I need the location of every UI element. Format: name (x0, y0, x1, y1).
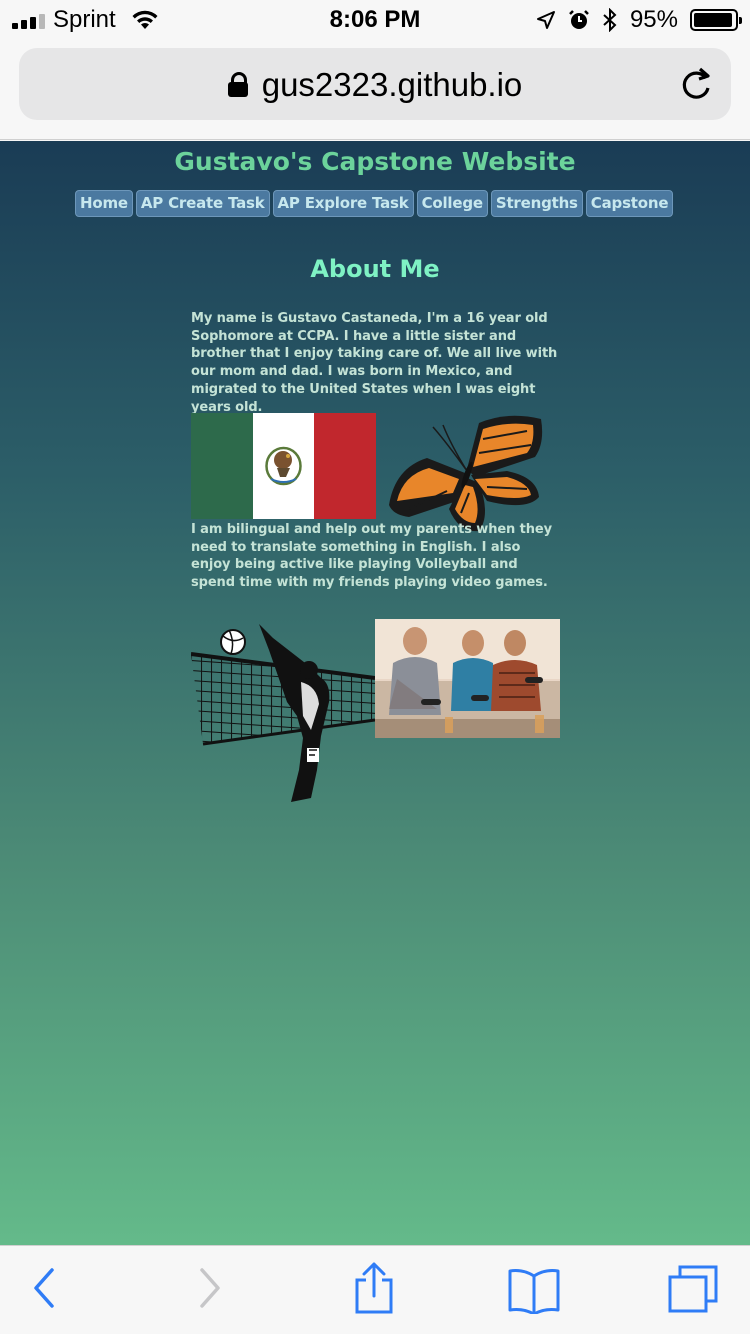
url-text: gus2323.github.io (261, 66, 523, 103)
back-icon[interactable] (30, 1264, 56, 1312)
alarm-icon (569, 10, 589, 29)
site-title: Gustavo's Capstone Website (174, 147, 576, 176)
battery-percent: 95% (629, 6, 678, 33)
browser-toolbar (0, 1245, 750, 1334)
intro-paragraph: My name is Gustavo Castaneda, I'm a 16 y… (191, 311, 558, 415)
browser-address-bar: gus2323.github.io (0, 40, 750, 140)
nav-college[interactable]: College (416, 190, 488, 217)
reload-icon[interactable] (679, 66, 713, 102)
status-bar: Sprint 8:06 PM 95% (0, 0, 750, 40)
url-field[interactable]: gus2323.github.io (19, 48, 731, 120)
mexican-flag-image (191, 413, 376, 519)
monarch-butterfly-image (389, 415, 543, 532)
nav-capstone[interactable]: Capstone (585, 190, 674, 217)
hobbies-paragraph: I am bilingual and help out my parents w… (191, 522, 553, 591)
lock-icon (227, 72, 248, 98)
about-me-heading: About Me (310, 255, 440, 283)
bookmarks-icon[interactable] (507, 1266, 561, 1314)
volleyball-player-image (191, 624, 375, 802)
bluetooth-icon (603, 8, 617, 32)
nav-strengths[interactable]: Strengths (490, 190, 583, 217)
nav-ap-explore-task[interactable]: AP Explore Task (272, 190, 414, 217)
location-icon (536, 11, 555, 29)
web-page: Gustavo's Capstone Website Home AP Creat… (0, 141, 750, 1245)
forward-icon[interactable] (198, 1264, 224, 1312)
battery-icon (690, 9, 742, 31)
site-nav: Home AP Create Task AP Explore Task Coll… (75, 190, 674, 217)
nav-home[interactable]: Home (75, 190, 133, 217)
tabs-icon[interactable] (666, 1264, 720, 1316)
friends-playing-video-games-image (375, 619, 560, 738)
nav-ap-create-task[interactable]: AP Create Task (135, 190, 270, 217)
share-icon[interactable] (352, 1260, 396, 1316)
